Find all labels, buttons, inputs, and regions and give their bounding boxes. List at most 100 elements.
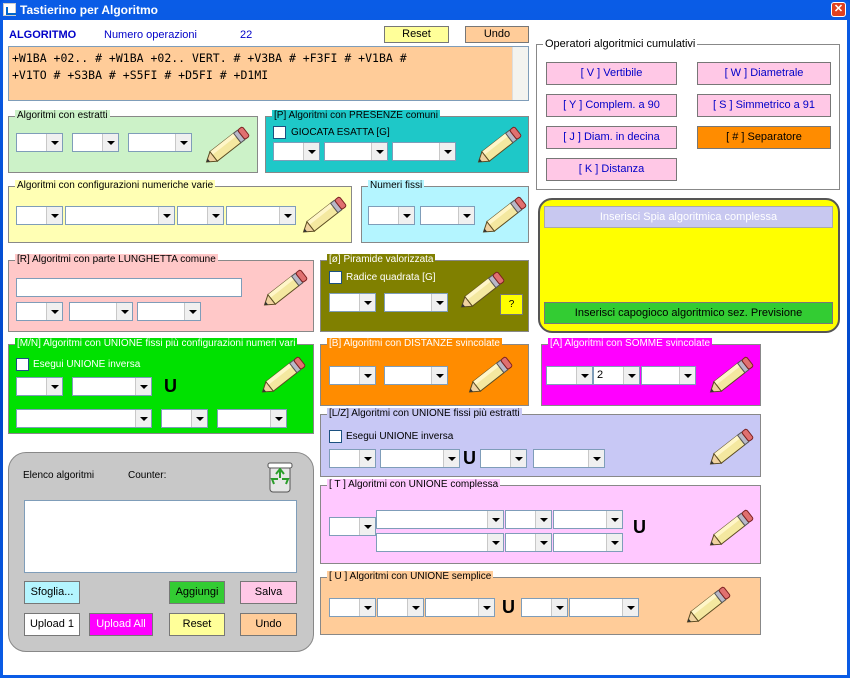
presenze-combo-2[interactable] [324, 142, 388, 161]
chevron-down-icon [191, 410, 207, 427]
expression-textarea[interactable]: +W1BA +02.. # +W1BA +02.. VERT. # +V3BA … [8, 46, 529, 101]
chevron-down-icon [535, 511, 551, 528]
chevron-down-icon [46, 303, 62, 320]
distanza-button[interactable]: [ K ] Distanza [546, 158, 677, 181]
fissi-combo-2[interactable] [420, 206, 475, 225]
mn-combo-2[interactable] [72, 377, 152, 396]
estratti-combo-1[interactable] [16, 133, 63, 152]
lz-combo-4[interactable] [533, 449, 605, 468]
complem-90-button[interactable]: [ Y ] Complem. a 90 [546, 94, 677, 117]
presenze-combo-1[interactable] [273, 142, 320, 161]
pencil-icon[interactable] [297, 193, 351, 239]
mn-combo-5[interactable] [217, 409, 287, 428]
upload-all-button[interactable]: Upload All [89, 613, 153, 636]
complessa-combo-a2[interactable] [505, 510, 552, 529]
chevron-down-icon [623, 367, 639, 384]
semplice-combo-2[interactable] [377, 598, 424, 617]
config-combo-4[interactable] [226, 206, 296, 225]
pencil-icon[interactable] [704, 425, 758, 471]
somme-combo-2[interactable]: 2 [593, 366, 640, 385]
mn-combo-3[interactable] [16, 409, 152, 428]
presenze-combo-3[interactable] [392, 142, 456, 161]
semplice-combo-5[interactable] [569, 598, 639, 617]
inserisci-capogioco-button[interactable]: Inserisci capogioco algoritmico sez. Pre… [544, 302, 833, 324]
unione-mn-inversa-checkbox[interactable] [16, 358, 29, 371]
pencil-icon[interactable] [463, 353, 517, 399]
pencil-icon[interactable] [704, 506, 758, 552]
complessa-combo-a1[interactable] [376, 510, 504, 529]
semplice-combo-4[interactable] [521, 598, 568, 617]
complessa-combo-left[interactable] [329, 517, 376, 536]
chevron-down-icon [46, 134, 62, 151]
expression-scrollbar[interactable] [512, 47, 528, 100]
semplice-combo-3[interactable] [425, 598, 495, 617]
simmetrico-91-button[interactable]: [ S ] Simmetrico a 91 [697, 94, 831, 117]
inserisci-spia-button[interactable]: Inserisci Spia algoritmica complessa [544, 206, 833, 228]
somme-combo-1[interactable] [546, 366, 593, 385]
radice-checkbox[interactable] [329, 271, 342, 284]
header-reset-button[interactable]: Reset [384, 26, 449, 43]
elenco-undo-button[interactable]: Undo [240, 613, 297, 636]
chevron-down-icon [135, 410, 151, 427]
distanze-combo-2[interactable] [384, 366, 448, 385]
pencil-icon[interactable] [200, 123, 254, 169]
diam-decina-button[interactable]: [ J ] Diam. in decina [546, 126, 677, 149]
complessa-combo-b3[interactable] [553, 533, 623, 552]
app-icon [3, 3, 16, 16]
sfoglia-button[interactable]: Sfoglia... [24, 581, 80, 604]
giocata-esatta-checkbox[interactable] [273, 126, 286, 139]
radice-label: Radice quadrata [G] [346, 272, 436, 283]
lunghetta-combo-3[interactable] [137, 302, 201, 321]
mn-combo-1[interactable] [16, 377, 63, 396]
semplice-combo-1[interactable] [329, 598, 376, 617]
lz-combo-1[interactable] [329, 449, 376, 468]
chevron-down-icon [175, 134, 191, 151]
distanze-combo-1[interactable] [329, 366, 376, 385]
pencil-icon[interactable] [472, 123, 526, 169]
vertibile-button[interactable]: [ V ] Vertibile [546, 62, 677, 85]
chevron-down-icon [443, 450, 459, 467]
estratti-combo-3[interactable] [128, 133, 192, 152]
piramide-combo-1[interactable] [329, 293, 376, 312]
close-button[interactable]: ✕ [831, 2, 846, 17]
lz-combo-2[interactable] [380, 449, 460, 468]
title-bar[interactable]: Tastierino per Algoritmo ✕ [0, 0, 850, 20]
diametrale-button[interactable]: [ W ] Diametrale [697, 62, 831, 85]
pencil-icon[interactable] [704, 353, 758, 399]
chevron-down-icon [359, 599, 375, 616]
giocata-esatta-label: GIOCATA ESATTA [G] [291, 127, 390, 138]
pencil-icon[interactable] [256, 353, 310, 399]
elenco-reset-button[interactable]: Reset [169, 613, 225, 636]
separatore-button[interactable]: [ # ] Separatore [697, 126, 831, 149]
pencil-drawing [468, 356, 513, 393]
piramide-combo-2[interactable] [384, 293, 448, 312]
header-undo-button[interactable]: Undo [465, 26, 529, 43]
chevron-down-icon [679, 367, 695, 384]
pencil-drawing [205, 126, 250, 163]
unione-lz-inversa-checkbox[interactable] [329, 430, 342, 443]
mn-combo-4[interactable] [161, 409, 208, 428]
complessa-combo-b2[interactable] [505, 533, 552, 552]
complessa-combo-b1[interactable] [376, 533, 504, 552]
pencil-icon[interactable] [258, 266, 312, 312]
piramide-title: [ø] Piramide valorizzata [327, 254, 436, 266]
pencil-icon[interactable] [455, 268, 509, 314]
lz-combo-3[interactable] [480, 449, 527, 468]
salva-button[interactable]: Salva [240, 581, 297, 604]
elenco-list[interactable] [24, 500, 297, 573]
estratti-combo-2[interactable] [72, 133, 119, 152]
config-combo-2[interactable] [65, 206, 175, 225]
lunghetta-input[interactable] [16, 278, 242, 297]
lunghetta-combo-2[interactable] [69, 302, 133, 321]
pencil-icon[interactable] [681, 583, 735, 629]
aggiungi-button[interactable]: Aggiungi [169, 581, 225, 604]
lunghetta-combo-1[interactable] [16, 302, 63, 321]
recycle-bin-icon[interactable] [264, 460, 296, 494]
upload1-button[interactable]: Upload 1 [24, 613, 80, 636]
fissi-combo-1[interactable] [368, 206, 415, 225]
config-combo-3[interactable] [177, 206, 224, 225]
complessa-combo-a3[interactable] [553, 510, 623, 529]
pencil-icon[interactable] [477, 193, 531, 239]
somme-combo-3[interactable] [641, 366, 696, 385]
config-combo-1[interactable] [16, 206, 63, 225]
